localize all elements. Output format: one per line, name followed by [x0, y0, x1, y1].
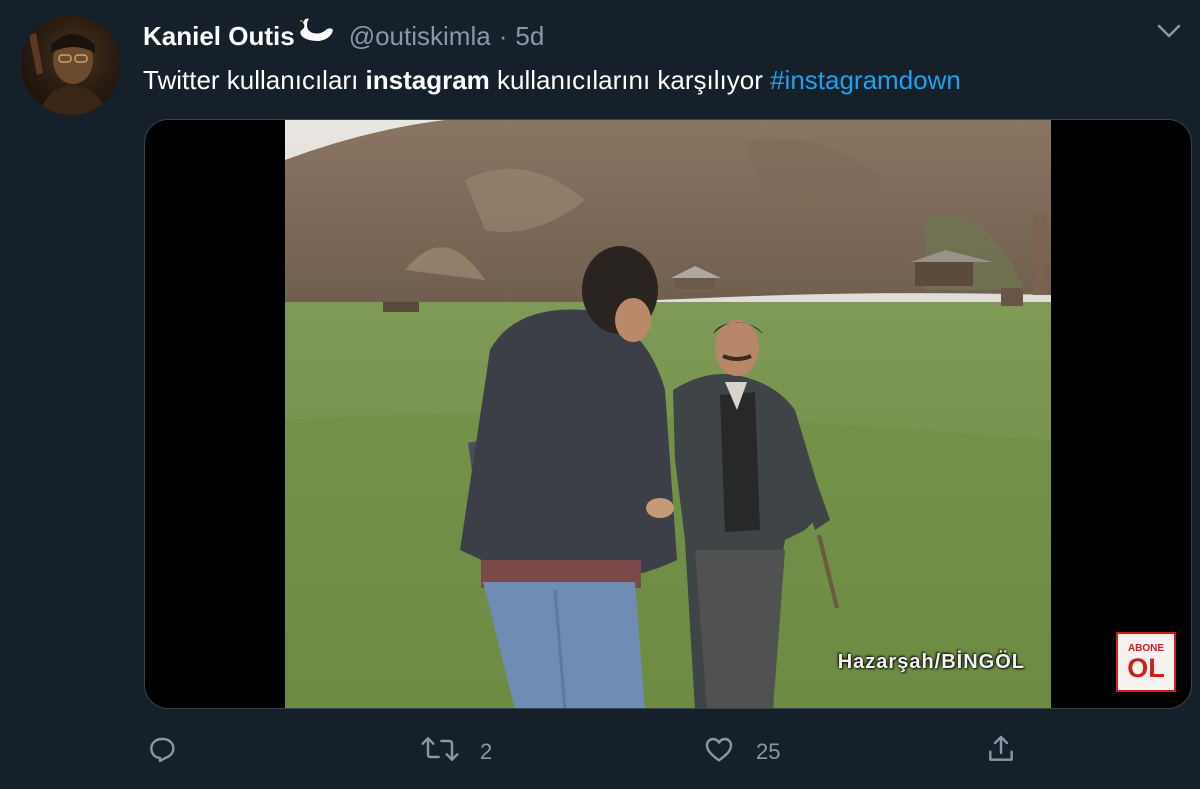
video-overlay-caption: Hazarşah/BİNGÖL — [837, 651, 1025, 673]
subscribe-badge-top: ABONE — [1127, 642, 1165, 654]
swan-icon — [297, 15, 335, 52]
display-name[interactable]: Kaniel Outis — [143, 18, 335, 52]
subscribe-badge-bottom: OL — [1127, 652, 1165, 683]
tweet-card[interactable]: Kaniel Outis @outiskimla · 5d Twitter ku… — [0, 0, 1200, 789]
share-button[interactable] — [984, 730, 1018, 774]
display-name-text[interactable]: Kaniel Outis — [143, 21, 295, 52]
avatar-image — [29, 33, 105, 115]
retweet-count: 2 — [480, 739, 493, 764]
hashtag-link[interactable]: #instagramdown — [770, 65, 961, 95]
avatar[interactable] — [21, 15, 121, 115]
video-scene — [285, 120, 1051, 708]
subscribe-badge[interactable]: ABONE OL — [1116, 632, 1176, 692]
tweet-actions: 2 25 — [0, 730, 1200, 774]
tweet-text-start: Twitter kullanıcıları — [143, 65, 366, 95]
video-frame[interactable]: Hazarşah/BİNGÖL — [285, 120, 1051, 708]
chevron-down-icon — [1157, 23, 1181, 44]
like-count: 25 — [756, 739, 781, 764]
more-options-button[interactable] — [1154, 20, 1184, 46]
tweet-header: Kaniel Outis @outiskimla · 5d — [143, 16, 544, 56]
reply-icon — [146, 733, 178, 771]
like-button[interactable]: 25 — [702, 730, 780, 774]
retweet-button[interactable]: 2 — [420, 730, 492, 774]
like-icon — [702, 733, 736, 771]
share-icon — [984, 733, 1018, 771]
video-player[interactable]: Hazarşah/BİNGÖL ABONE OL — [144, 119, 1192, 709]
tweet-text-end: kullanıcılarını karşılıyor — [489, 65, 771, 95]
tweet-timestamp[interactable]: 5d — [515, 21, 544, 52]
separator-dot: · — [498, 20, 508, 51]
tweet-text-bold: instagram — [365, 65, 490, 95]
retweet-icon — [420, 733, 460, 771]
tweet-text: Twitter kullanıcıları instagram kullanıc… — [143, 60, 961, 100]
user-handle[interactable]: @outiskimla — [349, 21, 491, 52]
reply-button[interactable] — [146, 730, 198, 774]
